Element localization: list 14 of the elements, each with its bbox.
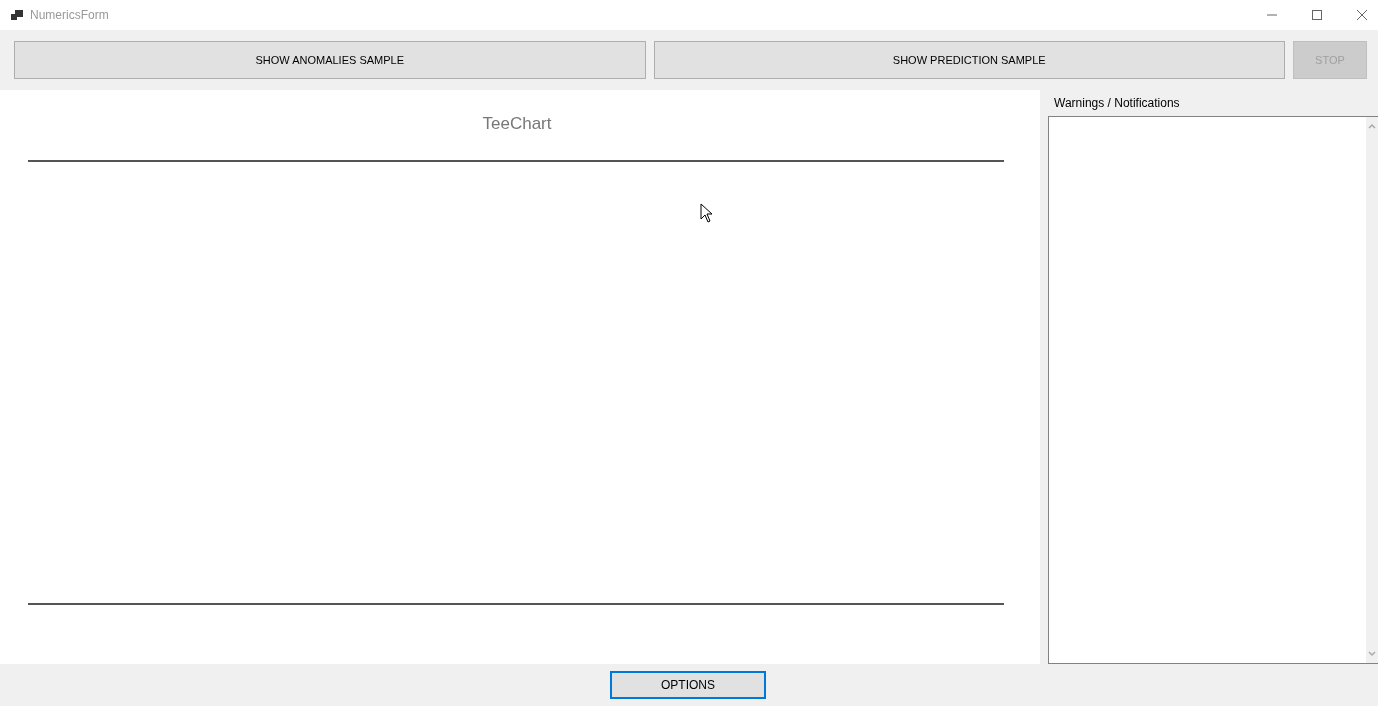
chart-title: TeeChart — [482, 114, 552, 134]
maximize-icon[interactable] — [1311, 9, 1323, 21]
toolbar-button[interactable]: SHOW ANOMALIES SAMPLE — [14, 41, 646, 79]
scrollbar[interactable] — [1366, 117, 1378, 663]
app-icon — [11, 9, 23, 21]
notifications-label: Warnings / Notifications — [1053, 95, 1181, 112]
toolbar-button[interactable]: SHOW PREDICTION SAMPLE — [653, 41, 1285, 79]
scroll-up-icon[interactable] — [1368, 123, 1376, 129]
options-button[interactable]: OPTIONS — [610, 671, 766, 699]
scroll-down-icon[interactable] — [1368, 651, 1376, 657]
cursor-icon — [700, 203, 713, 223]
window-title: NumericsForm — [30, 8, 109, 22]
close-icon[interactable] — [1356, 9, 1368, 21]
notifications-list[interactable] — [1048, 116, 1378, 664]
